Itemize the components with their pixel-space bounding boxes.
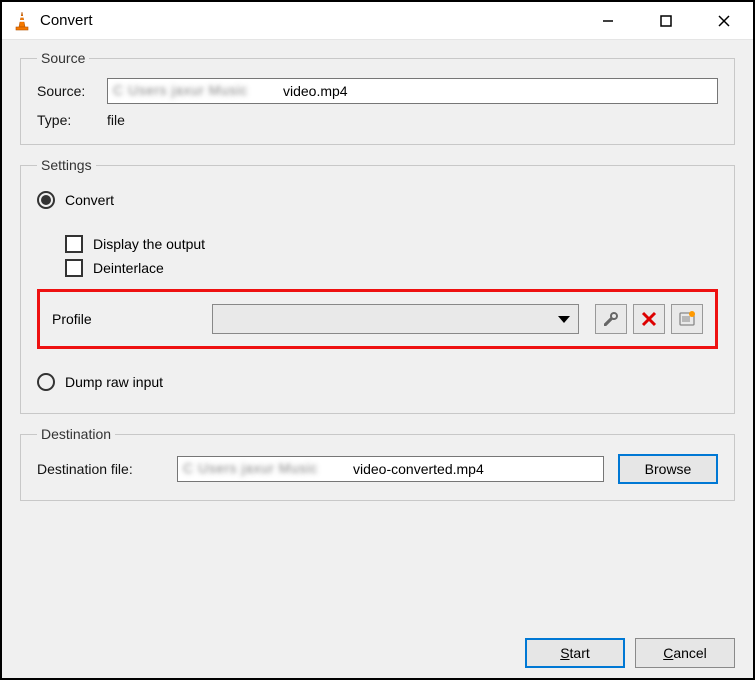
minimize-button[interactable]: [579, 2, 637, 40]
type-label: Type:: [37, 112, 107, 128]
browse-button[interactable]: Browse: [618, 454, 718, 484]
source-legend: Source: [37, 50, 89, 66]
source-input[interactable]: [107, 78, 718, 104]
type-value: file: [107, 112, 125, 128]
start-button-label: Start: [560, 645, 590, 661]
convert-dialog: Convert Source Source: C Users: [0, 0, 755, 680]
vlc-cone-icon: [12, 11, 32, 31]
display-output-label: Display the output: [93, 236, 205, 252]
cancel-button[interactable]: Cancel: [635, 638, 735, 668]
chevron-down-icon: [558, 316, 570, 323]
dump-raw-radio[interactable]: [37, 373, 55, 391]
new-profile-button[interactable]: [671, 304, 703, 334]
dialog-body: Source Source: C Users jaxur Music Type:…: [2, 40, 753, 678]
browse-button-label: Browse: [645, 461, 692, 477]
profile-label: Profile: [52, 311, 212, 327]
new-profile-icon: [678, 310, 696, 328]
deinterlace-checkbox[interactable]: [65, 259, 83, 277]
destination-input[interactable]: [177, 456, 604, 482]
settings-group: Settings Convert Display the output Dein…: [20, 157, 735, 414]
profile-highlight-box: Profile: [37, 289, 718, 349]
deinterlace-check-row[interactable]: Deinterlace: [65, 259, 718, 277]
deinterlace-label: Deinterlace: [93, 260, 164, 276]
settings-legend: Settings: [37, 157, 96, 173]
destination-group: Destination Destination file: C Users ja…: [20, 426, 735, 501]
destination-legend: Destination: [37, 426, 115, 442]
window-title: Convert: [40, 12, 93, 29]
window-controls: [579, 2, 753, 40]
dump-raw-radio-row[interactable]: Dump raw input: [37, 373, 718, 391]
delete-icon: [640, 310, 658, 328]
maximize-button[interactable]: [637, 2, 695, 40]
dump-raw-label: Dump raw input: [65, 374, 163, 390]
convert-radio[interactable]: [37, 191, 55, 209]
source-group: Source Source: C Users jaxur Music Type:…: [20, 50, 735, 145]
wrench-icon: [602, 310, 620, 328]
close-button[interactable]: [695, 2, 753, 40]
profile-dropdown[interactable]: [212, 304, 579, 334]
start-button[interactable]: Start: [525, 638, 625, 668]
titlebar: Convert: [2, 2, 753, 40]
edit-profile-button[interactable]: [595, 304, 627, 334]
display-output-checkbox[interactable]: [65, 235, 83, 253]
source-label: Source:: [37, 83, 107, 99]
display-output-check-row[interactable]: Display the output: [65, 235, 718, 253]
destination-label: Destination file:: [37, 461, 177, 477]
dialog-button-row: Start Cancel: [20, 634, 735, 668]
convert-radio-row[interactable]: Convert: [37, 191, 718, 209]
convert-radio-label: Convert: [65, 192, 114, 208]
cancel-button-label: Cancel: [663, 645, 707, 661]
delete-profile-button[interactable]: [633, 304, 665, 334]
